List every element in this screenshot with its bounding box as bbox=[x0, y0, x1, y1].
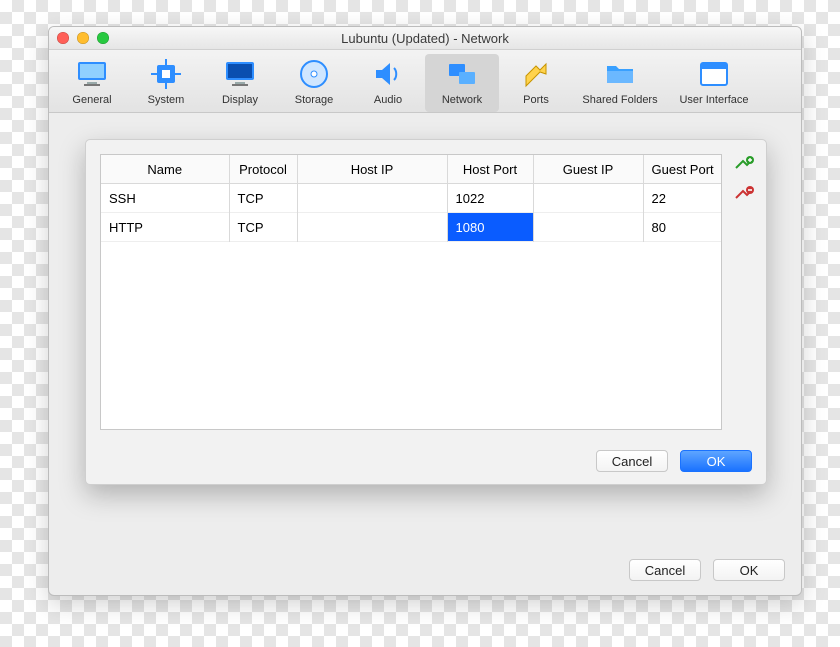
window-cancel-button[interactable]: Cancel bbox=[629, 559, 701, 581]
toolbar-item-system[interactable]: System bbox=[129, 54, 203, 112]
ui-icon bbox=[698, 58, 730, 90]
sheet-ok-button[interactable]: OK bbox=[680, 450, 752, 472]
speaker-icon bbox=[372, 58, 404, 90]
network-icon bbox=[446, 58, 478, 90]
table-header-row: Name Protocol Host IP Host Port Guest IP… bbox=[101, 155, 721, 184]
toolbar-item-network[interactable]: Network bbox=[425, 54, 499, 112]
cell-guest-ip[interactable] bbox=[533, 213, 643, 242]
remove-rule-icon bbox=[734, 186, 754, 202]
col-guest-ip[interactable]: Guest IP bbox=[533, 155, 643, 184]
cell-protocol[interactable]: TCP bbox=[229, 184, 297, 213]
toolbar-item-shared-folders[interactable]: Shared Folders bbox=[573, 54, 667, 112]
cell-name[interactable]: SSH bbox=[101, 184, 229, 213]
traffic-lights bbox=[57, 32, 109, 44]
toolbar-item-storage[interactable]: Storage bbox=[277, 54, 351, 112]
toolbar-label: Storage bbox=[277, 94, 351, 106]
cell-host-ip[interactable] bbox=[297, 213, 447, 242]
toolbar-label: Shared Folders bbox=[573, 94, 667, 106]
add-rule-icon bbox=[734, 156, 754, 172]
zoom-icon[interactable] bbox=[97, 32, 109, 44]
table-row[interactable]: HTTP TCP 1080 80 bbox=[101, 213, 721, 242]
cell-protocol[interactable]: TCP bbox=[229, 213, 297, 242]
port-forwarding-sheet: Name Protocol Host IP Host Port Guest IP… bbox=[85, 139, 767, 485]
toolbar-label: System bbox=[129, 94, 203, 106]
window-button-row: Cancel OK bbox=[629, 559, 785, 581]
cell-guest-ip[interactable] bbox=[533, 184, 643, 213]
disk-icon bbox=[298, 58, 330, 90]
cell-guest-port[interactable]: 80 bbox=[643, 213, 721, 242]
minimize-icon[interactable] bbox=[77, 32, 89, 44]
folder-icon bbox=[604, 58, 636, 90]
col-protocol[interactable]: Protocol bbox=[229, 155, 297, 184]
toolbar-item-audio[interactable]: Audio bbox=[351, 54, 425, 112]
toolbar-label: Network bbox=[425, 94, 499, 106]
col-host-port[interactable]: Host Port bbox=[447, 155, 533, 184]
settings-content: Name Protocol Host IP Host Port Guest IP… bbox=[49, 117, 801, 543]
window-title: Lubuntu (Updated) - Network bbox=[49, 31, 801, 46]
toolbar-label: Ports bbox=[499, 94, 573, 106]
toolbar-label: Audio bbox=[351, 94, 425, 106]
monitor-icon bbox=[76, 58, 108, 90]
toolbar-item-display[interactable]: Display bbox=[203, 54, 277, 112]
rule-side-buttons bbox=[732, 154, 756, 204]
toolbar-label: General bbox=[55, 94, 129, 106]
window-ok-button[interactable]: OK bbox=[713, 559, 785, 581]
chip-icon bbox=[150, 58, 182, 90]
toolbar-item-user-interface[interactable]: User Interface bbox=[667, 54, 761, 112]
port-forwarding-table[interactable]: Name Protocol Host IP Host Port Guest IP… bbox=[101, 155, 721, 242]
display-icon bbox=[224, 58, 256, 90]
ports-icon bbox=[520, 58, 552, 90]
col-name[interactable]: Name bbox=[101, 155, 229, 184]
close-icon[interactable] bbox=[57, 32, 69, 44]
col-guest-port[interactable]: Guest Port bbox=[643, 155, 721, 184]
toolbar-item-general[interactable]: General bbox=[55, 54, 129, 112]
toolbar-label: User Interface bbox=[667, 94, 761, 106]
port-forwarding-table-container: Name Protocol Host IP Host Port Guest IP… bbox=[100, 154, 722, 430]
cell-name[interactable]: HTTP bbox=[101, 213, 229, 242]
sheet-cancel-button[interactable]: Cancel bbox=[596, 450, 668, 472]
table-row[interactable]: SSH TCP 1022 22 bbox=[101, 184, 721, 213]
titlebar[interactable]: Lubuntu (Updated) - Network bbox=[49, 27, 801, 50]
cell-host-port[interactable]: 1022 bbox=[447, 184, 533, 213]
sheet-button-row: Cancel OK bbox=[596, 450, 752, 472]
cell-guest-port[interactable]: 22 bbox=[643, 184, 721, 213]
cell-host-port[interactable]: 1080 bbox=[447, 213, 533, 242]
add-rule-button[interactable] bbox=[732, 154, 756, 174]
settings-toolbar: General System Display Storage Audio bbox=[49, 50, 801, 113]
toolbar-label: Display bbox=[203, 94, 277, 106]
col-host-ip[interactable]: Host IP bbox=[297, 155, 447, 184]
settings-window: Lubuntu (Updated) - Network General Syst… bbox=[48, 26, 802, 596]
toolbar-item-ports[interactable]: Ports bbox=[499, 54, 573, 112]
remove-rule-button[interactable] bbox=[732, 184, 756, 204]
cell-host-ip[interactable] bbox=[297, 184, 447, 213]
